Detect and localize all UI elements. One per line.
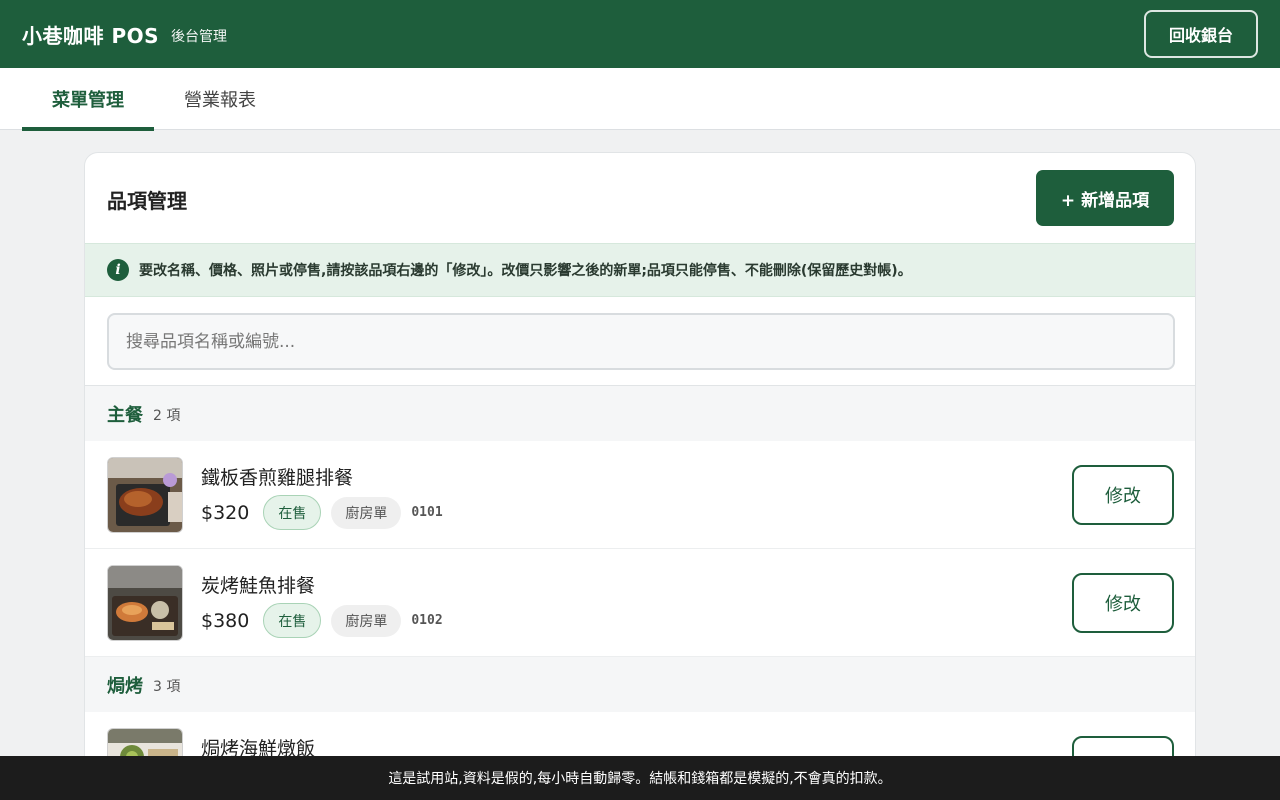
- item-code: 0101: [411, 505, 443, 520]
- search-input[interactable]: [107, 313, 1175, 370]
- edit-button[interactable]: 修改: [1072, 465, 1174, 525]
- category-header-gratin: 焗烤 3 項: [85, 657, 1195, 712]
- tab-menu-management[interactable]: 菜單管理: [22, 68, 154, 131]
- item-photo: [107, 565, 183, 641]
- status-badge: 在售: [263, 495, 322, 530]
- item-name: 炭烤鮭魚排餐: [201, 575, 316, 597]
- item-price: $380: [201, 609, 250, 632]
- list-item: 炭烤鮭魚排餐 $380 在售 廚房單 0102 修改: [85, 549, 1195, 657]
- item-name: 鐵板香煎雞腿排餐: [201, 467, 354, 489]
- item-management-card: 品項管理 + 新增品項 i 要改名稱、價格、照片或停售,請按該品項右邊的「修改」…: [84, 152, 1196, 800]
- search-section: [85, 297, 1195, 386]
- demo-notice-footer: 這是試用站,資料是假的,每小時自動歸零。結帳和錢箱都是模擬的,不會真的扣款。: [0, 756, 1280, 800]
- add-item-button[interactable]: + 新增品項: [1036, 170, 1174, 226]
- tab-bar: 菜單管理 營業報表: [0, 68, 1280, 131]
- app-brand: 小巷咖啡 POS: [22, 23, 160, 48]
- item-meta: $320 在售 廚房單 0101: [201, 495, 443, 530]
- info-banner: i 要改名稱、價格、照片或停售,請按該品項右邊的「修改」。改價只影響之後的新單;…: [85, 243, 1195, 297]
- card-title: 品項管理: [107, 189, 187, 213]
- info-icon: i: [107, 259, 129, 281]
- demo-notice-text: 這是試用站,資料是假的,每小時自動歸零。結帳和錢箱都是模擬的,不會真的扣款。: [388, 771, 892, 787]
- card-header: 品項管理 + 新增品項: [85, 153, 1195, 243]
- top-bar: 小巷咖啡 POS 後台管理 回收銀台: [0, 0, 1280, 68]
- item-price: $320: [201, 501, 250, 524]
- item-meta: $380 在售 廚房單 0102: [201, 603, 443, 638]
- info-text: 要改名稱、價格、照片或停售,請按該品項右邊的「修改」。改價只影響之後的新單;品項…: [139, 263, 912, 279]
- status-badge: 在售: [263, 603, 322, 638]
- app-subtitle: 後台管理: [171, 29, 228, 45]
- station-badge: 廚房單: [331, 604, 402, 637]
- item-code: 0102: [411, 613, 443, 628]
- category-name: 主餐: [107, 404, 143, 426]
- item-photo: [107, 457, 183, 533]
- category-count: 2 項: [153, 408, 181, 424]
- edit-button[interactable]: 修改: [1072, 573, 1174, 633]
- station-badge: 廚房單: [331, 496, 402, 529]
- tab-business-report[interactable]: 營業報表: [154, 68, 286, 130]
- category-count: 3 項: [153, 679, 181, 695]
- list-item: 鐵板香煎雞腿排餐 $320 在售 廚房單 0101 修改: [85, 441, 1195, 549]
- category-header-main: 主餐 2 項: [85, 386, 1195, 441]
- category-name: 焗烤: [107, 675, 143, 697]
- recycle-register-button[interactable]: 回收銀台: [1144, 10, 1258, 58]
